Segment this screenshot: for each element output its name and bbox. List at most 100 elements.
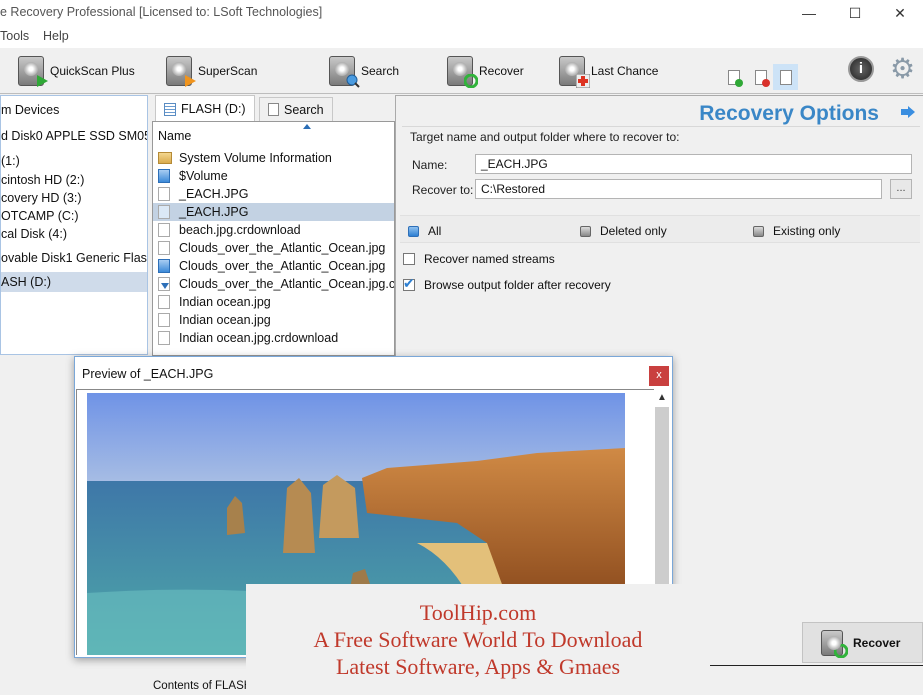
- scroll-up-icon[interactable]: ▲: [657, 392, 667, 403]
- filter-deleted-only[interactable]: Deleted only: [580, 224, 667, 238]
- recover-to-input[interactable]: C:\Restored: [475, 179, 882, 199]
- hdd-recycle-icon: [821, 629, 848, 658]
- tree-item[interactable]: covery HD (3:): [1, 188, 147, 208]
- watermark-overlay: ToolHip.com A Free Software World To Dow…: [246, 584, 710, 695]
- file-name: Indian ocean.jpg: [179, 313, 271, 327]
- checkbox-unchecked-icon: [403, 253, 415, 265]
- show-deleted-button[interactable]: [751, 66, 771, 88]
- file-row[interactable]: Clouds_over_the_Atlantic_Ocean.jpg: [153, 239, 394, 257]
- recover-bottom-button[interactable]: Recover: [802, 622, 923, 663]
- file-row[interactable]: Indian ocean.jpg: [153, 293, 394, 311]
- maximize-button[interactable]: ☐: [832, 0, 878, 26]
- divider: [710, 665, 923, 666]
- device-tree: m Devices d Disk0 APPLE SSD SM05... (1:)…: [0, 95, 148, 355]
- tree-item[interactable]: cal Disk (4:): [1, 224, 147, 244]
- recover-named-streams-label: Recover named streams: [424, 252, 555, 266]
- browse-output-folder-label: Browse output folder after recovery: [424, 278, 611, 292]
- filter-existing-label: Existing only: [773, 224, 841, 238]
- superscan-label: SuperScan: [198, 64, 258, 78]
- tree-item[interactable]: m Devices: [1, 100, 147, 120]
- title-bar: e Recovery Professional [Licensed to: LS…: [0, 0, 923, 26]
- tree-item[interactable]: OTCAMP (C:): [1, 206, 147, 226]
- recover-bottom-label: Recover: [853, 635, 901, 650]
- tab-search-label: Search: [284, 102, 324, 117]
- file-name: Indian ocean.jpg.crdownload: [179, 331, 339, 345]
- file-row[interactable]: Indian ocean.jpg: [153, 311, 394, 329]
- file-name: Clouds_over_the_Atlantic_Ocean.jpg: [179, 259, 386, 273]
- radio-checked-icon: [408, 225, 419, 237]
- tab-search[interactable]: Search: [259, 97, 333, 121]
- superscan-button[interactable]: SuperScan: [166, 54, 257, 88]
- tree-item-selected[interactable]: ASH (D:): [1, 272, 147, 292]
- file-icon: [158, 241, 170, 255]
- file-name: $Volume: [179, 169, 228, 183]
- status-text: Contents of FLASH: [153, 680, 253, 692]
- last-chance-label: Last Chance: [591, 64, 659, 78]
- file-icon: [158, 313, 170, 327]
- search-button[interactable]: Search: [329, 54, 399, 88]
- menu-tools[interactable]: Tools: [0, 29, 29, 43]
- show-existing-button[interactable]: [724, 66, 744, 88]
- gear-icon[interactable]: ⚙: [890, 55, 915, 83]
- tab-flash-label: FLASH (D:): [181, 102, 246, 116]
- arrow-right-icon[interactable]: [901, 106, 915, 118]
- file-name: beach.jpg.crdownload: [179, 223, 301, 237]
- file-icon: [158, 331, 170, 345]
- toolbar: QuickScan Plus SuperScan Search Recover …: [0, 48, 923, 94]
- watermark-line-2: A Free Software World To Download: [313, 627, 643, 652]
- menu-help[interactable]: Help: [43, 29, 69, 43]
- last-chance-button[interactable]: Last Chance: [559, 54, 658, 88]
- recover-named-streams-checkbox[interactable]: Recover named streams: [403, 252, 555, 266]
- file-name: _EACH.JPG: [179, 205, 249, 219]
- tree-item[interactable]: d Disk0 APPLE SSD SM05...: [1, 126, 147, 146]
- file-row[interactable]: _EACH.JPG: [153, 185, 394, 203]
- file-blue-icon: [158, 259, 170, 273]
- browse-output-folder-checkbox[interactable]: Browse output folder after recovery: [403, 275, 611, 292]
- file-row-selected[interactable]: _EACH.JPG: [153, 203, 394, 221]
- column-header-label: Name: [158, 129, 192, 143]
- radio-unchecked-icon: [753, 225, 764, 237]
- doc-icon: [779, 69, 792, 85]
- recover-label: Recover: [479, 64, 524, 78]
- tab-flash[interactable]: FLASH (D:): [155, 95, 255, 122]
- file-name: _EACH.JPG: [179, 187, 249, 201]
- search-label: Search: [361, 64, 400, 78]
- file-row[interactable]: Clouds_over_the_Atlantic_Ocean.jpg: [153, 257, 394, 275]
- filter-all[interactable]: All: [408, 224, 441, 238]
- filter-row: All Deleted only Existing only: [400, 215, 920, 243]
- column-header-name[interactable]: Name: [153, 122, 394, 148]
- file-row[interactable]: Clouds_over_the_Atlantic_Ocean.jpg.crdow…: [153, 275, 394, 293]
- tree-item[interactable]: cintosh HD (2:): [1, 170, 147, 190]
- file-row[interactable]: beach.jpg.crdownload: [153, 221, 394, 239]
- file-row[interactable]: System Volume Information: [153, 149, 394, 167]
- file-row[interactable]: $Volume: [153, 167, 394, 185]
- file-tabs: FLASH (D:) Search: [150, 95, 395, 122]
- preview-close-button[interactable]: x: [649, 366, 669, 386]
- filter-all-label: All: [428, 224, 442, 238]
- target-group-label: Target name and output folder where to r…: [410, 130, 680, 144]
- quickscan-plus-button[interactable]: QuickScan Plus: [18, 54, 135, 88]
- file-icon: [158, 223, 170, 237]
- name-label: Name:: [412, 158, 448, 172]
- tree-item[interactable]: (1:): [1, 151, 147, 171]
- show-all-button[interactable]: [773, 64, 798, 90]
- watermark-line-1: ToolHip.com: [419, 600, 537, 625]
- file-blue-icon: [158, 169, 170, 183]
- recover-button[interactable]: Recover: [447, 54, 524, 88]
- close-button[interactable]: ✕: [877, 0, 923, 26]
- hdd-orange-play-icon: [166, 56, 196, 87]
- checkbox-checked-icon: [403, 275, 415, 292]
- file-icon: [158, 295, 170, 309]
- file-name: Clouds_over_the_Atlantic_Ocean.jpg: [179, 241, 386, 255]
- tree-item[interactable]: ovable Disk1 Generic Flas...: [1, 248, 147, 268]
- info-icon[interactable]: i: [848, 56, 874, 82]
- file-icon: [158, 187, 170, 201]
- browse-button[interactable]: ...: [890, 179, 912, 199]
- minimize-button[interactable]: —: [786, 0, 832, 26]
- hdd-green-play-icon: [18, 56, 48, 87]
- name-input[interactable]: _EACH.JPG: [475, 154, 912, 174]
- window-title: e Recovery Professional [Licensed to: LS…: [0, 5, 323, 19]
- file-row[interactable]: Indian ocean.jpg.crdownload: [153, 329, 394, 347]
- filter-existing-only[interactable]: Existing only: [753, 224, 840, 238]
- file-download-icon: [158, 277, 170, 291]
